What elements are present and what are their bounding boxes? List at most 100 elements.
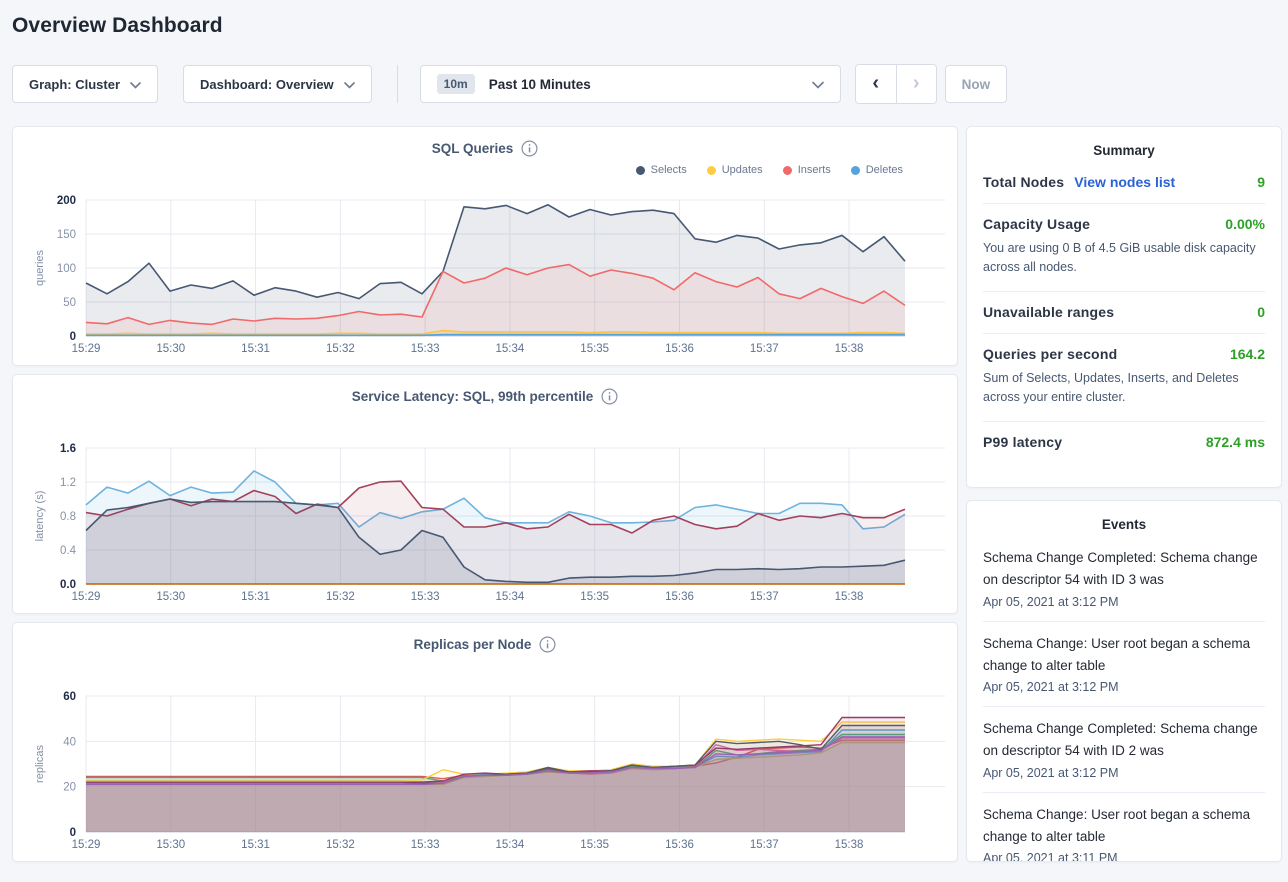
legend-dot-icon (707, 166, 716, 175)
svg-text:15:29: 15:29 (72, 591, 101, 603)
sql-queries-chart[interactable]: 15:2915:3015:3115:3215:3315:3415:3515:36… (13, 195, 957, 357)
chevron-down-icon (130, 77, 141, 92)
svg-text:0.4: 0.4 (60, 545, 77, 557)
svg-text:15:31: 15:31 (241, 343, 270, 355)
svg-text:15:29: 15:29 (72, 839, 101, 851)
time-range-picker[interactable]: 10m Past 10 Minutes (420, 65, 841, 103)
svg-text:15:31: 15:31 (241, 839, 270, 851)
legend-dot-icon (636, 166, 645, 175)
svg-text:15:36: 15:36 (665, 591, 694, 603)
svg-text:60: 60 (63, 691, 76, 703)
svg-text:15:38: 15:38 (835, 839, 864, 851)
chevron-right-icon: › (913, 73, 920, 93)
svg-text:100: 100 (57, 263, 76, 275)
svg-text:15:34: 15:34 (496, 839, 525, 851)
legend-dot-icon (783, 166, 792, 175)
legend-item-selects: Selects (636, 164, 687, 176)
summary-item-value: 9 (1257, 174, 1265, 190)
summary-item-row: Unavailable ranges0 (983, 304, 1265, 320)
summary-item: Unavailable ranges0 (983, 292, 1265, 333)
svg-text:0: 0 (70, 331, 76, 343)
svg-text:15:38: 15:38 (835, 591, 864, 603)
svg-text:0: 0 (70, 827, 76, 839)
svg-text:15:33: 15:33 (411, 343, 440, 355)
svg-text:15:33: 15:33 (411, 591, 440, 603)
svg-text:15:35: 15:35 (580, 839, 609, 851)
svg-text:15:30: 15:30 (156, 343, 185, 355)
sql-queries-panel: SQL Queries Selects Updates Inserts Deletes… (12, 126, 958, 366)
summary-item-label: P99 latency (983, 434, 1062, 450)
toolbar-divider (397, 65, 398, 103)
summary-panel: Summary Total NodesView nodes list9Capac… (966, 126, 1282, 488)
svg-text:40: 40 (63, 736, 76, 748)
info-icon[interactable] (521, 140, 538, 157)
svg-text:15:33: 15:33 (411, 839, 440, 851)
legend-label: Inserts (798, 164, 831, 176)
event-item: Schema Change Completed: Schema change o… (983, 536, 1265, 621)
summary-item-row: P99 latency 872.4 ms (983, 434, 1265, 450)
svg-text:15:34: 15:34 (496, 343, 525, 355)
svg-text:15:35: 15:35 (580, 591, 609, 603)
summary-item: Queries per second 164.2 Sum of Selects, U… (983, 334, 1265, 421)
event-timestamp: Apr 05, 2021 at 3:12 PM (983, 595, 1265, 609)
info-icon[interactable] (539, 636, 556, 653)
time-next-button[interactable]: › (896, 65, 936, 103)
svg-text:15:37: 15:37 (750, 839, 779, 851)
events-panel: Events Schema Change Completed: Schema c… (966, 500, 1282, 862)
svg-text:1.6: 1.6 (60, 443, 76, 455)
time-nav-group: ‹ › (855, 64, 937, 104)
svg-text:15:32: 15:32 (326, 343, 355, 355)
chart-title: Service Latency: SQL, 99th percentile (352, 389, 594, 404)
svg-text:15:29: 15:29 (72, 343, 101, 355)
svg-text:latency (s): latency (s) (34, 491, 46, 542)
svg-text:0.0: 0.0 (60, 579, 76, 591)
page: Overview Dashboard Graph: Cluster Dashbo… (0, 14, 1288, 862)
summary-item-value: 164.2 (1230, 346, 1265, 362)
dashboard-selector-dropdown[interactable]: Dashboard: Overview (183, 65, 372, 103)
chevron-down-icon (344, 77, 355, 92)
summary-item-label: Queries per second (983, 346, 1117, 362)
event-item: Schema Change: User root began a schema … (983, 622, 1265, 707)
svg-text:50: 50 (63, 297, 76, 309)
service-latency-panel: Service Latency: SQL, 99th percentile 15… (12, 374, 958, 614)
event-item: Schema Change Completed: Schema change o… (983, 707, 1265, 792)
time-range-badge: 10m (437, 74, 475, 94)
svg-text:15:30: 15:30 (156, 839, 185, 851)
svg-text:queries: queries (34, 249, 46, 286)
chart-title: SQL Queries (432, 141, 514, 156)
summary-item-description: You are using 0 B of 4.5 GiB usable disk… (983, 239, 1265, 278)
legend-label: Updates (722, 164, 763, 176)
dashboard-selector-label: Dashboard: Overview (200, 77, 334, 92)
chart-title: Replicas per Node (414, 637, 532, 652)
service-latency-chart[interactable]: 15:2915:3015:3115:3215:3315:3415:3515:36… (13, 443, 957, 605)
summary-item-row: Queries per second 164.2 (983, 346, 1265, 362)
svg-text:15:37: 15:37 (750, 591, 779, 603)
summary-item-row: Total NodesView nodes list9 (983, 174, 1265, 190)
svg-text:15:32: 15:32 (326, 591, 355, 603)
chart-legend: Selects Updates Inserts Deletes (13, 164, 957, 176)
event-text: Schema Change: User root began a schema … (983, 804, 1265, 849)
svg-text:15:38: 15:38 (835, 343, 864, 355)
graph-selector-dropdown[interactable]: Graph: Cluster (12, 65, 158, 103)
events-title: Events (983, 517, 1265, 532)
time-prev-button[interactable]: ‹ (856, 65, 896, 103)
summary-title: Summary (983, 143, 1265, 158)
legend-item-deletes: Deletes (851, 164, 903, 176)
svg-text:20: 20 (63, 782, 76, 794)
svg-text:15:31: 15:31 (241, 591, 270, 603)
info-icon[interactable] (601, 388, 618, 405)
event-timestamp: Apr 05, 2021 at 3:11 PM (983, 851, 1265, 862)
event-text: Schema Change: User root began a schema … (983, 633, 1265, 678)
event-items: Schema Change Completed: Schema change o… (983, 536, 1265, 862)
view-nodes-list-link[interactable]: View nodes list (1074, 174, 1175, 190)
legend-dot-icon (851, 166, 860, 175)
summary-item-description: Sum of Selects, Updates, Inserts, and De… (983, 369, 1265, 408)
svg-text:150: 150 (57, 229, 76, 241)
summary-item-value: 872.4 ms (1206, 434, 1265, 450)
legend-label: Deletes (866, 164, 903, 176)
now-button[interactable]: Now (945, 65, 1008, 103)
replicas-per-node-chart[interactable]: 15:2915:3015:3115:3215:3315:3415:3515:36… (13, 691, 957, 853)
summary-item: Capacity Usage0.00%You are using 0 B of … (983, 204, 1265, 291)
summary-item-value: 0 (1257, 304, 1265, 320)
summary-item-value: 0.00% (1225, 216, 1265, 232)
